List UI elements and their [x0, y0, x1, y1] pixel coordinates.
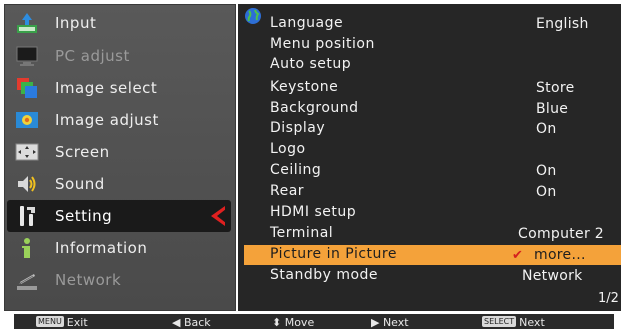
sidebar-item-pc-adjust[interactable]: PC adjust	[5, 40, 237, 72]
menu-row-hdmi-setup[interactable]: HDMI setup	[238, 203, 621, 223]
menu-row-display[interactable]: Display On	[238, 119, 621, 139]
row-value: On	[536, 121, 557, 137]
sidebar-item-screen[interactable]: Screen	[5, 136, 237, 168]
hint-exit-label: Exit	[66, 316, 88, 329]
sidebar-item-image-select[interactable]: Image select	[5, 72, 237, 104]
row-label: Menu position	[270, 36, 375, 52]
row-value: more...	[534, 247, 586, 263]
menu-row-terminal[interactable]: Terminal Computer 2	[238, 224, 621, 244]
menu-row-picture-in-picture[interactable]: Picture in Picture ✔ more...	[244, 245, 621, 265]
selection-pointer-icon	[211, 206, 226, 226]
row-label: Display	[270, 120, 326, 136]
menu-row-auto-setup[interactable]: Auto setup	[238, 55, 621, 75]
sidebar-item-sound[interactable]: Sound	[5, 168, 237, 200]
input-icon	[14, 10, 40, 36]
sidebar-item-label: Sound	[55, 175, 105, 193]
sidebar-item-network[interactable]: Network	[5, 264, 237, 296]
sidebar-item-information[interactable]: Information	[5, 232, 237, 264]
hint-select-label: Next	[519, 316, 545, 329]
row-label: Ceiling	[270, 162, 322, 178]
row-label: Rear	[270, 183, 305, 199]
sidebar-item-label: Screen	[55, 143, 110, 161]
row-label: Picture in Picture	[270, 246, 397, 262]
image-select-icon	[14, 75, 40, 101]
row-label: Language	[270, 15, 344, 31]
sidebar-item-label: Image adjust	[55, 111, 159, 129]
row-label: Auto setup	[270, 56, 352, 72]
menu-row-background[interactable]: Background Blue	[238, 99, 621, 119]
setting-icon	[16, 203, 42, 229]
row-value: English	[536, 16, 589, 32]
sidebar-item-label: PC adjust	[55, 47, 130, 65]
sidebar-item-label: Input	[55, 14, 97, 32]
network-icon	[14, 267, 40, 293]
menu-row-standby-mode[interactable]: Standby mode Network	[238, 266, 621, 286]
information-icon	[14, 235, 40, 261]
checkmark-icon: ✔	[512, 248, 523, 263]
row-label: HDMI setup	[270, 204, 357, 220]
hint-select-next: SELECT Next	[482, 316, 545, 329]
page-indicator: 1/2	[598, 291, 619, 306]
sidebar-item-label: Image select	[55, 79, 158, 97]
sidebar-item-label: Information	[55, 239, 148, 257]
menu-row-ceiling[interactable]: Ceiling On	[238, 161, 621, 181]
sound-icon	[14, 171, 40, 197]
row-value: Store	[536, 80, 575, 96]
menu-row-keystone[interactable]: Keystone Store	[238, 78, 621, 98]
hint-exit: MENU Exit	[36, 316, 88, 329]
sidebar-item-label: Setting	[55, 207, 113, 225]
hint-move: ⬍ Move	[272, 316, 315, 329]
row-value: Network	[522, 268, 583, 284]
sidebar-item-label: Network	[55, 271, 122, 289]
row-label: Background	[270, 100, 359, 116]
row-value: On	[536, 163, 557, 179]
sidebar-item-input[interactable]: Input	[5, 7, 237, 39]
image-adjust-icon	[14, 107, 40, 133]
menu-row-logo[interactable]: Logo	[238, 140, 621, 160]
row-value: On	[536, 184, 557, 200]
bottom-hint-bar: MENU Exit ◀ Back ⬍ Move ▶ Next SELECT Next	[14, 314, 614, 329]
row-label: Logo	[270, 141, 306, 157]
sidebar-item-image-adjust[interactable]: Image adjust	[5, 104, 237, 136]
menu-row-language[interactable]: Language English	[238, 14, 621, 34]
sidebar: Input PC adjust Image select Image adjus…	[4, 4, 236, 311]
menu-row-menu-position[interactable]: Menu position	[238, 35, 621, 55]
hint-next: ▶ Next	[371, 316, 409, 329]
projector-menu-screen: Input PC adjust Image select Image adjus…	[0, 0, 621, 329]
select-key-icon: SELECT	[482, 316, 517, 327]
hint-back: ◀ Back	[172, 316, 211, 329]
settings-panel: Language English Menu position Auto setu…	[238, 4, 621, 311]
row-label: Keystone	[270, 79, 339, 95]
menu-row-rear[interactable]: Rear On	[238, 182, 621, 202]
row-value: Blue	[536, 101, 569, 117]
menu-key-icon: MENU	[36, 316, 64, 327]
row-value: Computer 2	[518, 226, 604, 242]
row-label: Terminal	[270, 225, 334, 241]
sidebar-item-setting[interactable]: Setting	[7, 200, 231, 232]
row-label: Standby mode	[270, 267, 379, 283]
pc-adjust-icon	[14, 43, 40, 69]
screen-icon	[14, 139, 40, 165]
